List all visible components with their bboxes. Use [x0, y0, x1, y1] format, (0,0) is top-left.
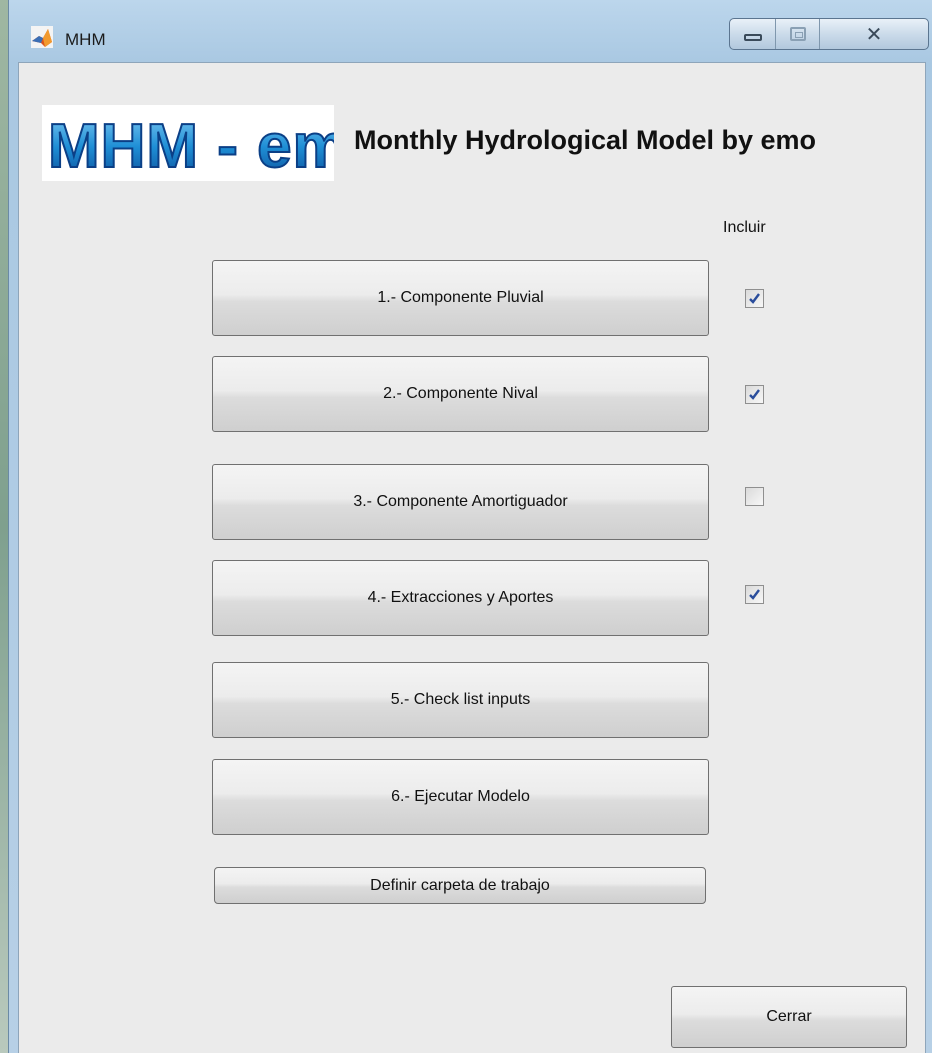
componente-nival-button[interactable]: 2.- Componente Nival: [212, 356, 709, 432]
dialog-body: MHM - emo Monthly Hydrological Model by …: [18, 62, 926, 1053]
checkmark-icon: [749, 293, 760, 304]
componente-amortiguador-button[interactable]: 3.- Componente Amortiguador: [212, 464, 709, 540]
close-icon: ✕: [865, 22, 883, 46]
minimize-button[interactable]: [730, 19, 776, 49]
app-window: MHM ✕ MHM - emo: [8, 0, 932, 1053]
include-nival-checkbox[interactable]: [745, 385, 764, 404]
include-amortiguador-checkbox[interactable]: [745, 487, 764, 506]
maximize-button[interactable]: [776, 19, 820, 49]
app-title: Monthly Hydrological Model by emo: [354, 125, 817, 155]
include-column-label: Incluir: [723, 219, 766, 236]
checkmark-icon: [749, 389, 760, 400]
close-window-button[interactable]: ✕: [820, 19, 928, 49]
include-pluvial-checkbox[interactable]: [745, 289, 764, 308]
window-title: MHM: [65, 30, 106, 49]
check-list-inputs-button[interactable]: 5.- Check list inputs: [212, 662, 709, 738]
window-controls: ✕: [729, 18, 929, 50]
cerrar-button[interactable]: Cerrar: [671, 986, 907, 1048]
svg-text:MHM - emo: MHM - emo: [48, 112, 334, 181]
title-bar[interactable]: MHM ✕: [9, 0, 932, 62]
set-working-folder-button[interactable]: Definir carpeta de trabajo: [214, 867, 706, 904]
mhm-emo-logo: MHM - emo: [42, 105, 334, 181]
extracciones-aportes-button[interactable]: 4.- Extracciones y Aportes: [212, 560, 709, 636]
componente-pluvial-button[interactable]: 1.- Componente Pluvial: [212, 260, 709, 336]
checkmark-icon: [749, 589, 760, 600]
maximize-icon: [789, 27, 806, 41]
minimize-icon: [743, 33, 762, 41]
include-extracciones-checkbox[interactable]: [745, 585, 764, 604]
matlab-icon: [31, 26, 53, 48]
ejecutar-modelo-button[interactable]: 6.- Ejecutar Modelo: [212, 759, 709, 835]
